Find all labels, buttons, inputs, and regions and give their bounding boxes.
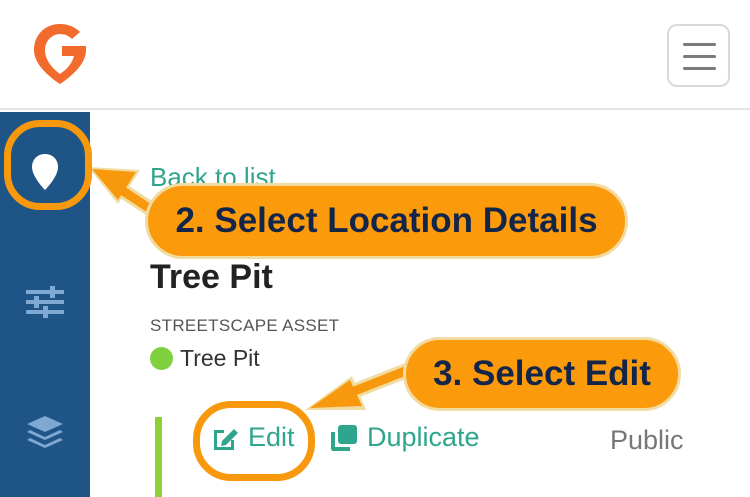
hamburger-line	[683, 55, 716, 58]
duplicate-label: Duplicate	[367, 422, 480, 452]
hamburger-menu-button[interactable]	[667, 24, 730, 87]
edit-highlight-ring	[193, 401, 315, 481]
top-bar	[0, 0, 750, 110]
visibility-label: Public	[610, 425, 684, 455]
page-title: Tree Pit	[150, 258, 273, 296]
step3-callout: 3. Select Edit	[403, 337, 681, 411]
layers-icon	[27, 416, 63, 448]
duplicate-button[interactable]: Duplicate	[329, 422, 480, 453]
hamburger-line	[683, 43, 716, 46]
duplicate-icon	[331, 424, 357, 451]
location-highlight-ring	[4, 120, 92, 210]
step2-callout: 2. Select Location Details	[145, 183, 628, 259]
gsmart-logo-icon[interactable]	[28, 18, 92, 90]
status-bar	[155, 417, 162, 497]
location-details-panel: Back to list Tree Pit STREETSCAPE ASSET …	[92, 112, 750, 497]
sliders-icon	[26, 286, 64, 318]
sidebar-item-filters[interactable]	[0, 262, 90, 342]
status-dot-icon	[150, 347, 173, 370]
hamburger-line	[683, 67, 716, 70]
sidebar-item-layers[interactable]	[0, 392, 90, 472]
asset-type-label: Tree Pit	[180, 345, 260, 371]
asset-category: STREETSCAPE ASSET	[150, 316, 340, 335]
asset-type: Tree Pit	[150, 345, 260, 372]
